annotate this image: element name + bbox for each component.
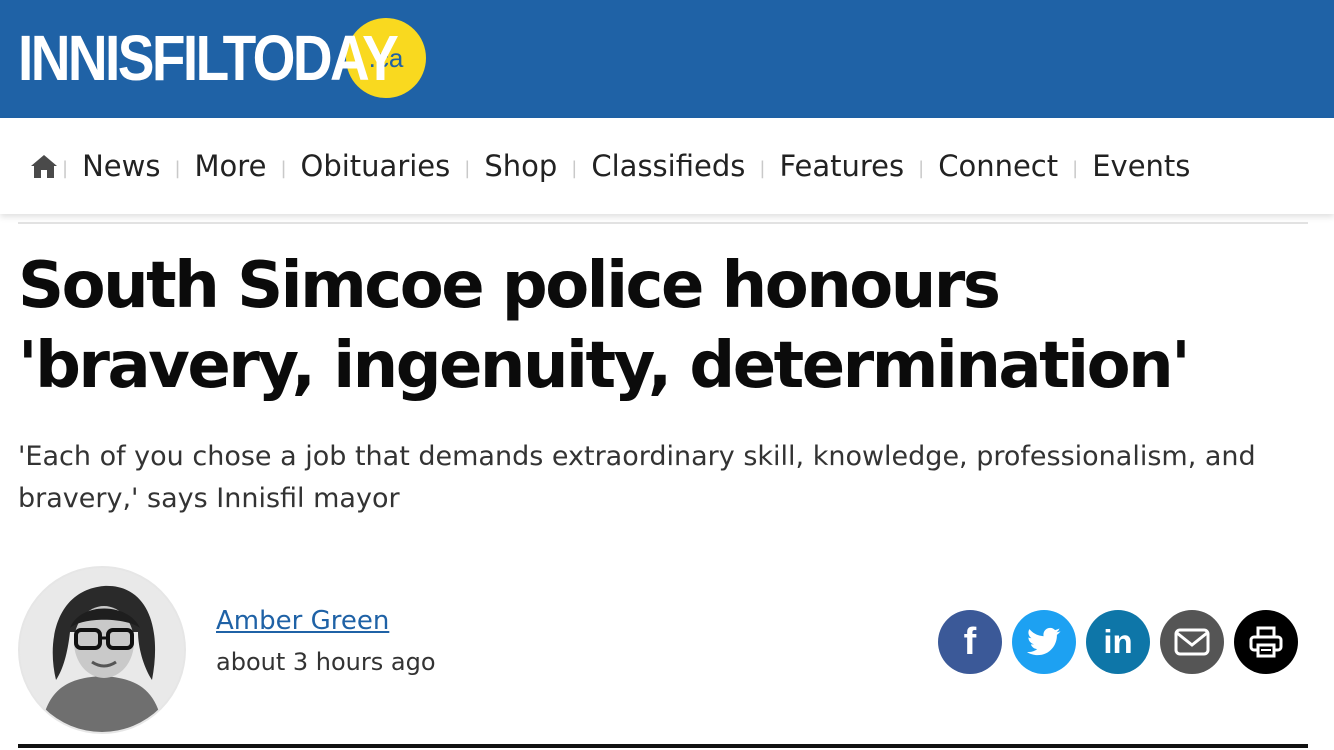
nav-item-news[interactable]: News: [82, 149, 160, 183]
nav-separator: |: [174, 157, 181, 179]
article-headline: South Simcoe police honours 'bravery, in…: [18, 249, 1191, 403]
author-link[interactable]: Amber Green: [216, 606, 389, 636]
nav-item-connect[interactable]: Connect: [938, 149, 1058, 183]
email-icon: [1174, 628, 1210, 656]
nav-item-more[interactable]: More: [195, 149, 267, 183]
nav-item-classifieds[interactable]: Classifieds: [591, 149, 745, 183]
divider: [18, 222, 1308, 224]
print-button[interactable]: [1234, 610, 1298, 674]
author-avatar[interactable]: [18, 566, 186, 734]
print-icon: [1249, 626, 1283, 658]
twitter-icon: [1027, 627, 1061, 656]
home-icon[interactable]: [30, 153, 58, 179]
linkedin-share-button[interactable]: in: [1086, 610, 1150, 674]
nav-item-events[interactable]: Events: [1092, 149, 1190, 183]
logo-wordmark[interactable]: INNISFILTODAY: [18, 18, 399, 98]
nav-separator: |: [464, 157, 471, 179]
twitter-share-button[interactable]: [1012, 610, 1076, 674]
nav-list: | News | More | Obituaries | Shop | Clas…: [30, 118, 1190, 214]
nav-separator: |: [571, 157, 578, 179]
article-deck: 'Each of you chose a job that demands ex…: [18, 441, 1256, 514]
nav-separator: |: [759, 157, 766, 179]
nav-item-obituaries[interactable]: Obituaries: [301, 149, 451, 183]
divider: [18, 744, 1308, 748]
nav-item-features[interactable]: Features: [779, 149, 904, 183]
masthead: INNISFILTODAY .ca: [0, 0, 1334, 118]
author-photo: [20, 568, 184, 732]
published-time: about 3 hours ago: [216, 648, 436, 676]
nav-separator: |: [280, 157, 287, 179]
nav-separator: |: [1072, 157, 1079, 179]
linkedin-icon: in: [1103, 623, 1133, 660]
nav-separator: |: [62, 157, 69, 179]
main-nav: | News | More | Obituaries | Shop | Clas…: [0, 118, 1334, 214]
share-bar: f in: [938, 610, 1298, 674]
facebook-icon: f: [963, 620, 977, 663]
nav-item-shop[interactable]: Shop: [484, 149, 557, 183]
nav-separator: |: [918, 157, 925, 179]
site-logo[interactable]: INNISFILTODAY .ca: [18, 18, 426, 98]
facebook-share-button[interactable]: f: [938, 610, 1002, 674]
email-share-button[interactable]: [1160, 610, 1224, 674]
